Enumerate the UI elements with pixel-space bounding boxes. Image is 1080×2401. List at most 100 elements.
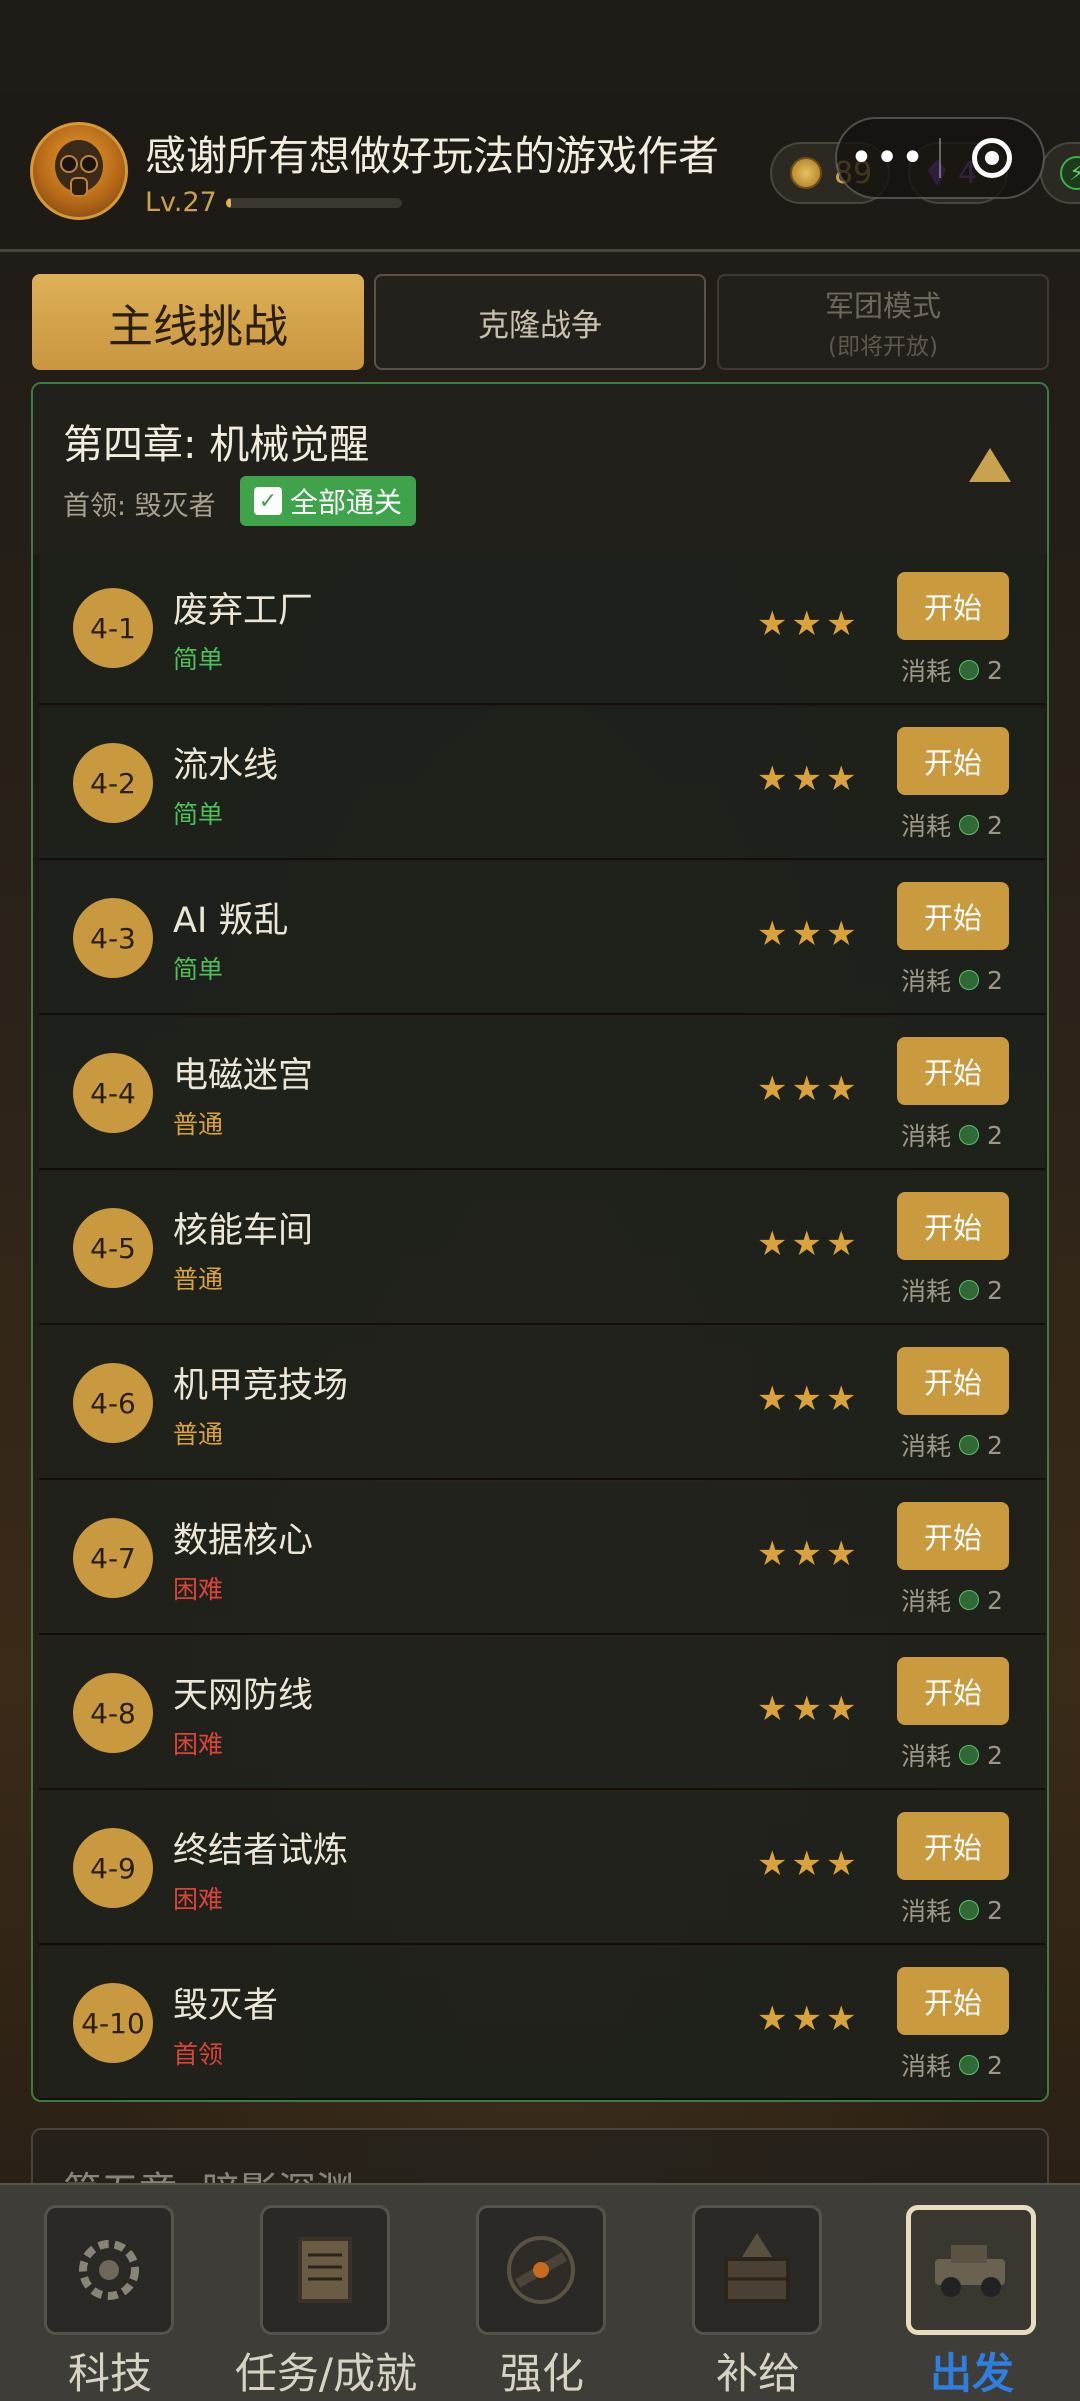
start-button[interactable]: 开始	[897, 1502, 1009, 1570]
energy-icon	[959, 1900, 980, 1920]
level-row[interactable]: 4-9 终结者试炼 困难 ★★★ 开始 消耗 2	[39, 1792, 1045, 1945]
energy-cost: 消耗 2	[901, 2047, 1003, 2083]
nav-item-weapon[interactable]: 强化	[444, 2195, 634, 2398]
level-row[interactable]: 4-6 机甲竞技场 普通 ★★★ 开始 消耗 2	[39, 1327, 1045, 1480]
crate-icon	[692, 2205, 822, 2335]
nav-item-gear[interactable]: 科技	[12, 2195, 202, 2398]
level-difficulty: 简单	[173, 955, 224, 984]
chapter-panel: 第四章: 机械觉醒 首领: 毁灭者 ✓ 全部通关 4-1 废弃工厂 简单 ★★★…	[31, 382, 1049, 2102]
star-rating: ★★★	[757, 914, 861, 954]
star-rating: ★★★	[757, 1379, 861, 1419]
nav-item-crate[interactable]: 补给	[660, 2195, 850, 2398]
start-button[interactable]: 开始	[897, 1192, 1009, 1260]
level-row[interactable]: 4-5 核能车间 普通 ★★★ 开始 消耗 2	[39, 1172, 1045, 1325]
cost-label: 消耗	[901, 1122, 952, 1151]
start-button[interactable]: 开始	[897, 727, 1009, 795]
cost-label: 消耗	[901, 1742, 952, 1771]
level-row[interactable]: 4-10 毁灭者 首领 ★★★ 开始 消耗 2	[39, 1947, 1045, 2100]
nav-item-scroll[interactable]: 任务/成就	[228, 2195, 418, 2398]
level-number-badge: 4-2	[73, 743, 153, 823]
vehicle-icon	[906, 2205, 1036, 2335]
energy-icon	[959, 1280, 980, 1300]
level-row[interactable]: 4-3 AI 叛乱 简单 ★★★ 开始 消耗 2	[39, 862, 1045, 1015]
cost-label: 消耗	[901, 1897, 952, 1926]
level-difficulty: 困难	[173, 1730, 224, 1759]
energy-cost: 消耗 2	[901, 1892, 1003, 1928]
level-name: 毁灭者	[173, 1986, 279, 2026]
level-name: 废弃工厂	[173, 591, 314, 631]
tab-legion-label: 军团模式	[824, 289, 941, 323]
level-number-badge: 4-8	[73, 1673, 153, 1753]
nav-label: 强化	[499, 2349, 584, 2398]
start-button[interactable]: 开始	[897, 1967, 1009, 2035]
status-bar-area	[0, 0, 1080, 92]
star-rating: ★★★	[757, 604, 861, 644]
level-number-badge: 4-5	[73, 1208, 153, 1288]
level-difficulty: 普通	[173, 1265, 224, 1294]
energy-cost: 消耗 2	[901, 962, 1003, 998]
energy-icon	[959, 660, 980, 680]
lightning-icon: ⚡	[1060, 156, 1080, 190]
tab-legion-mode[interactable]: 军团模式 (即将开放)	[717, 274, 1049, 370]
level-row[interactable]: 4-8 天网防线 困难 ★★★ 开始 消耗 2	[39, 1637, 1045, 1790]
star-rating: ★★★	[757, 1999, 861, 2039]
level-number-badge: 4-4	[73, 1053, 153, 1133]
level-difficulty: 困难	[173, 1575, 224, 1604]
nav-item-vehicle[interactable]: 出发	[874, 2195, 1064, 2398]
start-button[interactable]: 开始	[897, 1812, 1009, 1880]
star-rating: ★★★	[757, 1534, 861, 1574]
checkmark-icon: ✓	[254, 487, 282, 515]
level-number-badge: 4-10	[73, 1983, 153, 2063]
cost-amount: 2	[987, 810, 1003, 840]
cost-amount: 2	[987, 1740, 1003, 1770]
cost-amount: 2	[987, 1430, 1003, 1460]
cost-label: 消耗	[901, 967, 952, 996]
start-button[interactable]: 开始	[897, 1037, 1009, 1105]
cost-label: 消耗	[901, 2052, 952, 2081]
player-header: 感谢所有想做好玩法的游戏作者 Lv.27 89 4 ⚡ •••	[0, 92, 1080, 252]
cost-amount: 2	[987, 655, 1003, 685]
player-name: 感谢所有想做好玩法的游戏作者	[145, 132, 719, 180]
cost-amount: 2	[987, 1895, 1003, 1925]
energy-icon	[959, 1590, 980, 1610]
gear-icon	[44, 2205, 174, 2335]
nav-label: 科技	[67, 2349, 152, 2398]
nav-label: 任务/成就	[234, 2349, 418, 2398]
energy-cost: 消耗 2	[901, 1582, 1003, 1618]
level-name: 数据核心	[173, 1521, 314, 1561]
level-name: 终结者试炼	[173, 1831, 349, 1871]
all-clear-label: 全部通关	[290, 486, 403, 519]
cost-label: 消耗	[901, 1587, 952, 1616]
nav-label: 出发	[929, 2349, 1014, 2398]
nav-label: 补给	[715, 2349, 800, 2398]
cost-amount: 2	[987, 2050, 1003, 2080]
tab-legion-sublabel: (即将开放)	[828, 334, 938, 360]
cost-label: 消耗	[901, 1432, 952, 1461]
level-row[interactable]: 4-2 流水线 简单 ★★★ 开始 消耗 2	[39, 707, 1045, 860]
level-difficulty: 简单	[173, 645, 224, 674]
tab-clone-war[interactable]: 克隆战争	[374, 274, 706, 370]
star-rating: ★★★	[757, 1844, 861, 1884]
start-button[interactable]: 开始	[897, 572, 1009, 640]
level-name: 天网防线	[173, 1676, 314, 1716]
energy-icon	[959, 1125, 980, 1145]
start-button[interactable]: 开始	[897, 1657, 1009, 1725]
miniprogram-capsule: •••	[835, 117, 1045, 199]
chapter-header[interactable]: 第四章: 机械觉醒 首领: 毁灭者 ✓ 全部通关	[33, 384, 1047, 554]
avatar[interactable]	[30, 122, 128, 220]
level-number-badge: 4-7	[73, 1518, 153, 1598]
tab-main-challenge[interactable]: 主线挑战	[32, 274, 364, 370]
close-miniprogram-button[interactable]	[941, 138, 1043, 178]
cost-label: 消耗	[901, 657, 952, 686]
energy-cost: 消耗 2	[901, 1737, 1003, 1773]
level-row[interactable]: 4-4 电磁迷宫 普通 ★★★ 开始 消耗 2	[39, 1017, 1045, 1170]
star-rating: ★★★	[757, 1069, 861, 1109]
level-row[interactable]: 4-1 废弃工厂 简单 ★★★ 开始 消耗 2	[39, 552, 1045, 705]
level-name: 核能车间	[173, 1211, 314, 1251]
start-button[interactable]: 开始	[897, 1347, 1009, 1415]
energy-counter[interactable]: ⚡	[1040, 142, 1080, 204]
more-options-icon[interactable]: •••	[837, 138, 939, 178]
start-button[interactable]: 开始	[897, 882, 1009, 950]
collapse-triangle-icon[interactable]	[969, 448, 1011, 482]
level-row[interactable]: 4-7 数据核心 困难 ★★★ 开始 消耗 2	[39, 1482, 1045, 1635]
